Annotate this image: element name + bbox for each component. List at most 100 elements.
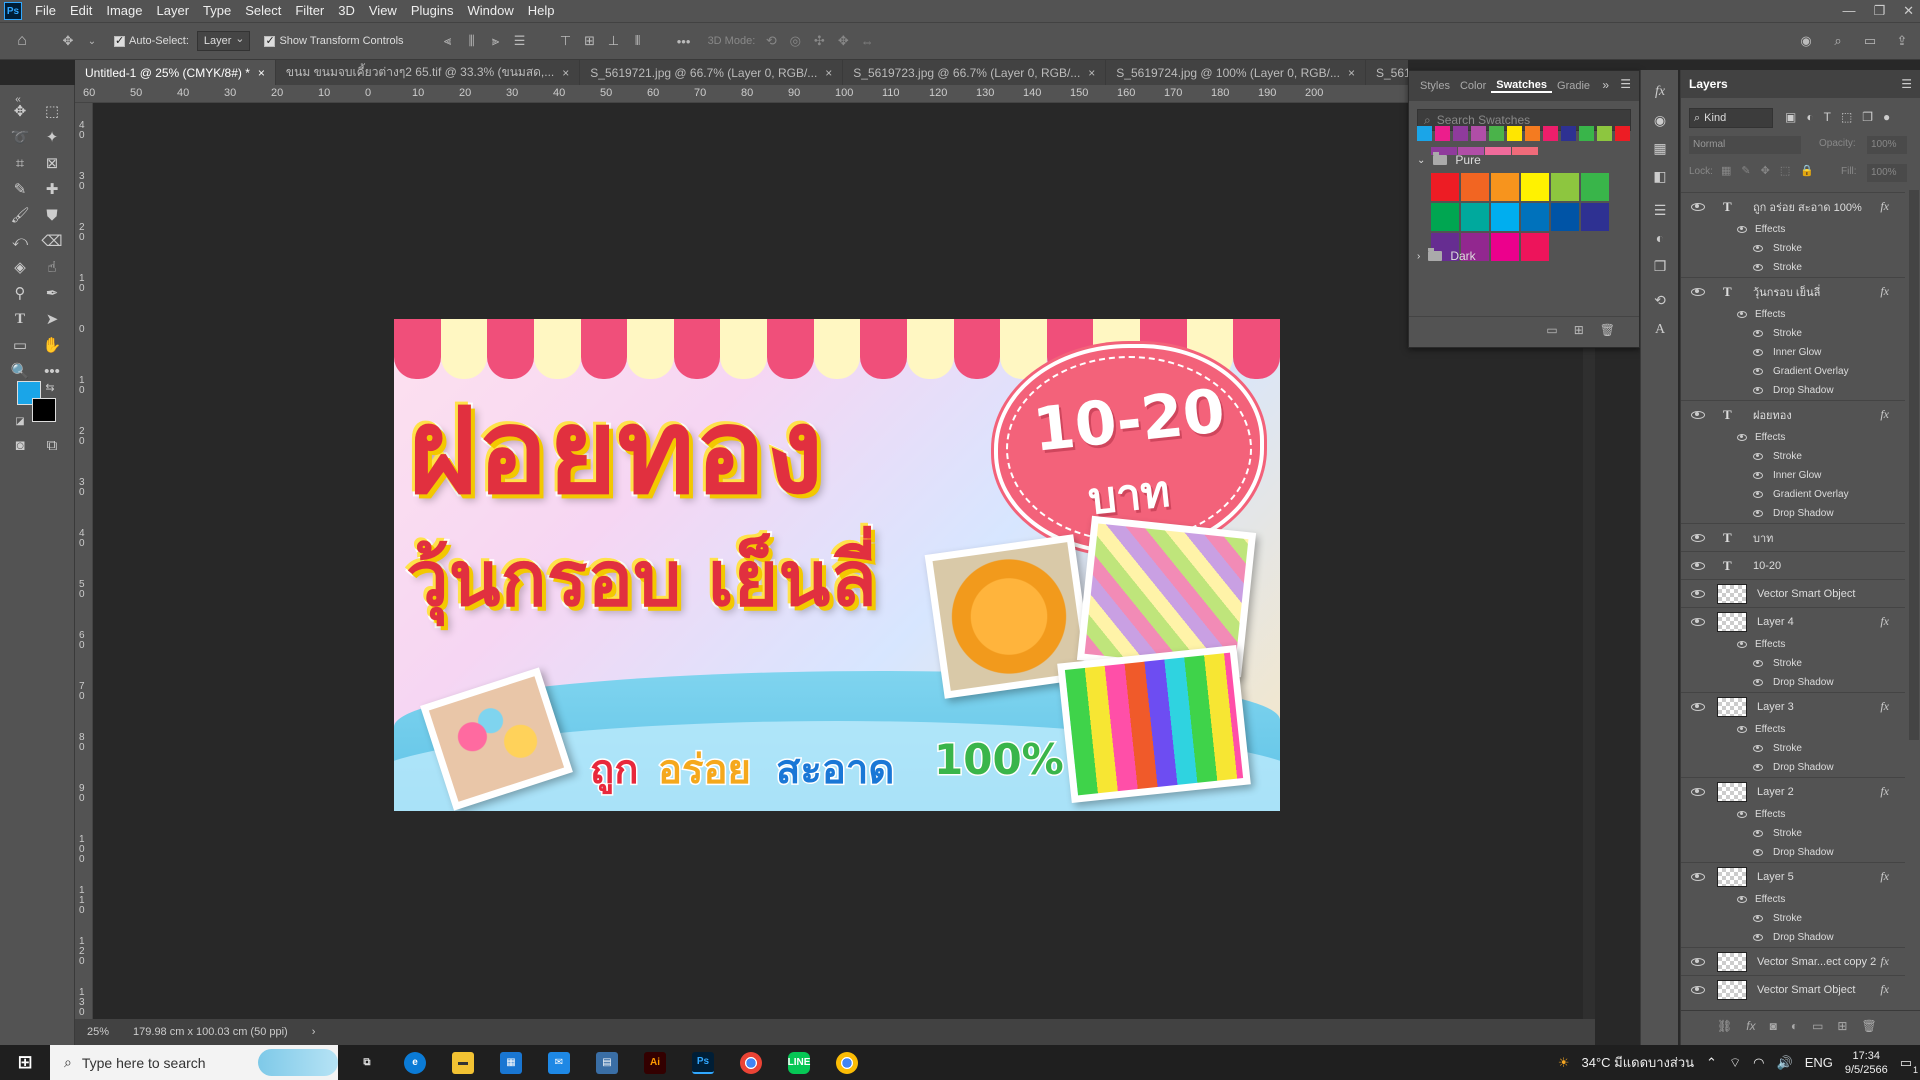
swatch[interactable]	[1561, 126, 1576, 141]
visibility-eye-icon[interactable]	[1737, 726, 1747, 733]
fx-icon[interactable]: fx	[1880, 407, 1889, 422]
visibility-eye-icon[interactable]	[1691, 410, 1705, 419]
layer-row[interactable]: T วุ้นกรอบ เย็นลี่ fx	[1681, 277, 1905, 305]
visibility-eye-icon[interactable]	[1691, 787, 1705, 796]
lasso-tool-icon[interactable]: ➰	[8, 125, 32, 149]
layer-row[interactable]: Vector Smart Object fx	[1681, 975, 1905, 1003]
store-icon[interactable]: ▦	[500, 1051, 522, 1074]
swatch[interactable]	[1491, 173, 1519, 201]
default-colors-icon[interactable]: ◪	[8, 409, 32, 433]
layer-row[interactable]: Vector Smar...ect copy 2 fx	[1681, 947, 1905, 975]
visibility-eye-icon[interactable]	[1753, 679, 1763, 686]
swatch[interactable]	[1521, 173, 1549, 201]
learn-icon[interactable]: ◉	[1798, 33, 1814, 49]
effect-row[interactable]: Drop Shadow	[1681, 381, 1905, 400]
new-layer-icon[interactable]: ⊞	[1837, 1019, 1847, 1045]
swatch[interactable]	[1431, 173, 1459, 201]
menu-image[interactable]: Image	[99, 0, 149, 22]
fx-icon[interactable]: fx	[1746, 1019, 1755, 1045]
new-group-icon[interactable]: ▭	[1812, 1019, 1823, 1045]
illustrator-icon[interactable]: Ai	[644, 1051, 666, 1074]
close-tab-icon[interactable]: ×	[825, 66, 832, 80]
share-icon[interactable]: ⇪	[1894, 33, 1910, 49]
effect-row[interactable]: Stroke	[1681, 324, 1905, 343]
close-icon[interactable]: ✕	[1903, 0, 1914, 22]
swatch[interactable]	[1453, 126, 1468, 141]
pen-tool-icon[interactable]: ✒	[40, 281, 64, 305]
swatch[interactable]	[1543, 126, 1558, 141]
image-filter-icon[interactable]: ▣	[1785, 110, 1796, 124]
3d-orbit-icon[interactable]: ⟲	[763, 33, 779, 49]
screen-mode-icon[interactable]: ⧉	[40, 433, 64, 457]
windows-start-icon[interactable]: ⊞	[14, 1052, 36, 1074]
chrome-profile-icon[interactable]	[836, 1051, 858, 1074]
visibility-eye-icon[interactable]	[1691, 957, 1705, 966]
edge-icon[interactable]: e	[404, 1051, 426, 1074]
align-center-icon[interactable]: ⫼	[464, 33, 480, 49]
link-icon[interactable]: ⛓	[1717, 1019, 1732, 1045]
effect-row[interactable]: Drop Shadow	[1681, 928, 1905, 947]
document-tab[interactable]: S_5619724.jpg @ 100% (Layer 0, RGB/... ×	[1106, 60, 1366, 85]
layer-row[interactable]: Layer 3 fx	[1681, 692, 1905, 720]
effect-row[interactable]: Drop Shadow	[1681, 673, 1905, 692]
visibility-eye-icon[interactable]	[1691, 985, 1705, 994]
visibility-eye-icon[interactable]	[1753, 491, 1763, 498]
move-tool-icon[interactable]: ✥	[8, 99, 32, 123]
eyedropper-tool-icon[interactable]: ✎	[8, 177, 32, 201]
line-icon[interactable]: LINE	[788, 1051, 810, 1074]
filter-toggle-icon[interactable]: ●	[1883, 110, 1890, 124]
visibility-eye-icon[interactable]	[1737, 641, 1747, 648]
visibility-eye-icon[interactable]	[1753, 349, 1763, 356]
healing-tool-icon[interactable]: ✚	[40, 177, 64, 201]
layer-row[interactable]: T ถูก อร่อย สะอาด 100% fx	[1681, 192, 1905, 220]
swatch[interactable]	[1435, 126, 1450, 141]
visibility-eye-icon[interactable]	[1753, 264, 1763, 271]
frame-tool-icon[interactable]: ⊠	[40, 151, 64, 175]
weather-icon[interactable]: ☀	[1558, 1055, 1570, 1071]
visibility-eye-icon[interactable]	[1691, 617, 1705, 626]
lock-artboard-icon[interactable]: ⬚	[1780, 164, 1790, 177]
effects-row[interactable]: Effects	[1681, 220, 1905, 239]
chevron-up-icon[interactable]: ⌃	[1706, 1055, 1717, 1071]
visibility-eye-icon[interactable]	[1691, 533, 1705, 542]
menu-select[interactable]: Select	[238, 0, 288, 22]
document-tab[interactable]: Untitled-1 @ 25% (CMYK/8#) * ×	[75, 60, 276, 85]
shape-filter-icon[interactable]: ⬚	[1841, 110, 1852, 124]
visibility-eye-icon[interactable]	[1753, 764, 1763, 771]
swatch[interactable]	[1461, 203, 1489, 231]
gradient-icon[interactable]: ◧	[1650, 166, 1670, 186]
visibility-eye-icon[interactable]	[1753, 245, 1763, 252]
swatch[interactable]	[1417, 126, 1432, 141]
visibility-eye-icon[interactable]	[1691, 872, 1705, 881]
fx-icon[interactable]: fx	[1880, 954, 1889, 969]
effects-row[interactable]: Effects	[1681, 305, 1905, 324]
fx-icon[interactable]: fx	[1880, 982, 1889, 997]
effects-row[interactable]: Effects	[1681, 805, 1905, 824]
document-tab[interactable]: S_5619723.jpg @ 66.7% (Layer 0, RGB/... ×	[843, 60, 1107, 85]
background-color-swatch[interactable]	[32, 398, 56, 422]
adjustment-layer-icon[interactable]: ◐	[1791, 1019, 1798, 1045]
3d-pan-icon[interactable]: ✣	[811, 33, 827, 49]
fx-icon[interactable]: fx	[1880, 284, 1889, 299]
distribute-vertical-icon[interactable]: ⦀	[630, 33, 646, 49]
visibility-eye-icon[interactable]	[1753, 934, 1763, 941]
swatch-group-pure[interactable]: ⌄ Pure	[1417, 152, 1481, 167]
paint-bucket-icon[interactable]: ◈	[8, 255, 32, 279]
taskbar-search-input[interactable]: ⌕ Type here to search	[50, 1045, 338, 1080]
history-icon[interactable]: ⟲	[1650, 290, 1670, 310]
swatch-group-dark[interactable]: › Dark	[1417, 248, 1476, 263]
smudge-tool-icon[interactable]: ☝	[40, 255, 64, 279]
visibility-eye-icon[interactable]	[1753, 660, 1763, 667]
fx-icon[interactable]: fx	[1880, 869, 1889, 884]
visibility-eye-icon[interactable]	[1737, 226, 1747, 233]
calculator-icon[interactable]: ▤	[596, 1051, 618, 1074]
visibility-eye-icon[interactable]	[1753, 453, 1763, 460]
adjust-filter-icon[interactable]: ◐	[1806, 110, 1813, 124]
language-indicator[interactable]: ENG	[1805, 1055, 1833, 1070]
effect-row[interactable]: Inner Glow	[1681, 466, 1905, 485]
visibility-eye-icon[interactable]	[1753, 745, 1763, 752]
layer-filter-dropdown[interactable]: ⌕ Kind	[1689, 108, 1773, 128]
menu-layer[interactable]: Layer	[150, 0, 197, 22]
history-brush-icon[interactable]: ⤺	[8, 229, 32, 253]
stamp-tool-icon[interactable]: ⛊	[40, 203, 64, 227]
